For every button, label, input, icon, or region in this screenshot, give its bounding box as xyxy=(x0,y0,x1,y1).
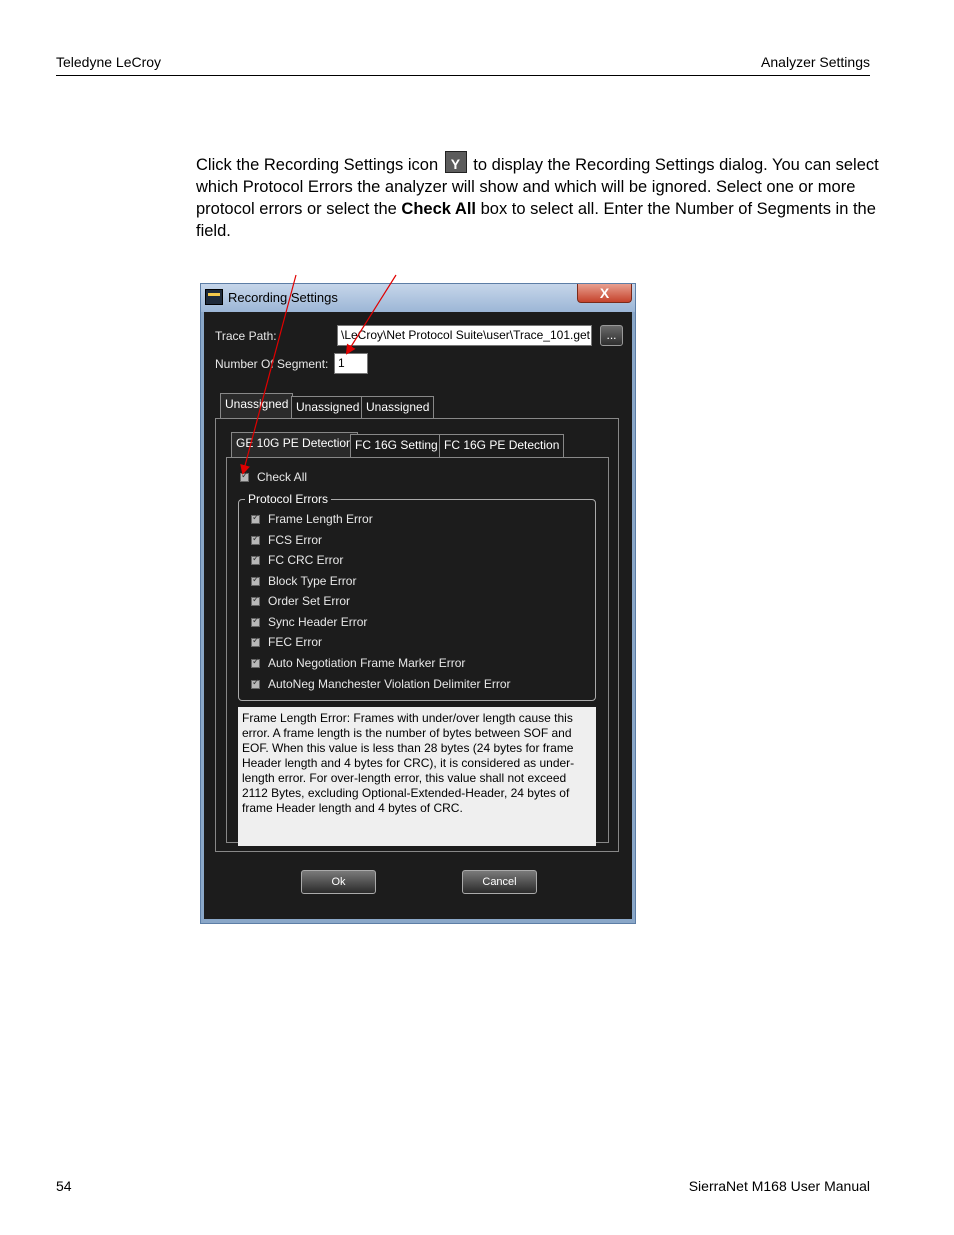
arrow-to-check-all xyxy=(240,274,297,475)
page-number: 54 xyxy=(56,1178,72,1194)
footer-title: SierraNet M168 User Manual xyxy=(688,1178,870,1194)
callout-arrows xyxy=(240,274,397,475)
arrow-to-segments xyxy=(345,274,397,355)
